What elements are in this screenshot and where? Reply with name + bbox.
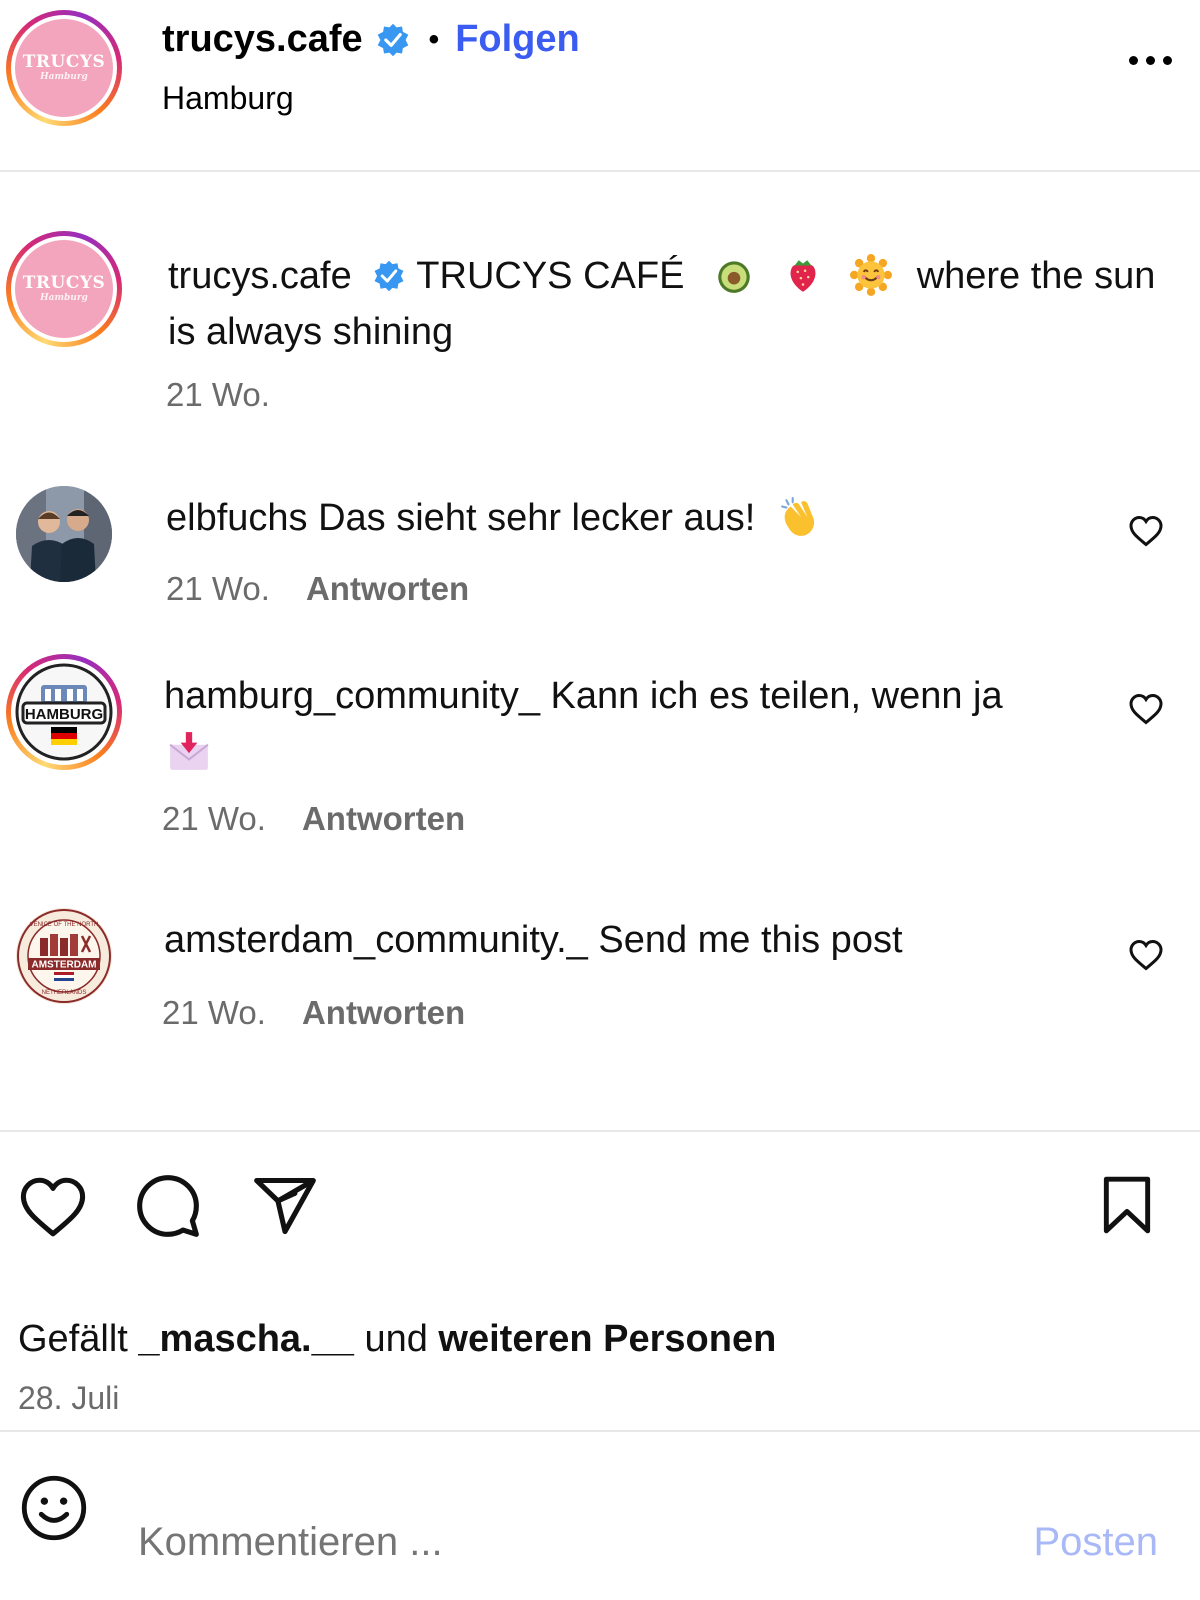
avocado-emoji-icon: [718, 261, 750, 293]
header-divider: [0, 170, 1200, 172]
likes-middle: und: [364, 1318, 428, 1360]
comment-1-text: elbfuchs Das sieht sehr lecker aus!: [166, 490, 828, 546]
bookmark-icon[interactable]: [1096, 1172, 1158, 1238]
smiley-icon[interactable]: [20, 1474, 88, 1542]
commenter-avatar-amsterdam[interactable]: VENICE OF THE NORTH AMSTERDAM NETHERLAND…: [16, 908, 112, 1004]
post-button[interactable]: Posten: [1033, 1520, 1158, 1565]
comment-like-heart-icon[interactable]: [1128, 938, 1164, 972]
comment-time: 21 Wo.: [166, 570, 270, 607]
comment-box-divider: [0, 1430, 1200, 1432]
commenter-avatar-hamburg[interactable]: HAMBURG: [6, 654, 122, 770]
comment-1-meta: 21 Wo. Antworten: [166, 570, 469, 608]
amsterdam-ring-top: VENICE OF THE NORTH: [30, 922, 99, 928]
clapping-hands-emoji-icon: [781, 497, 814, 536]
header-avatar[interactable]: TRUCYS Hamburg: [6, 10, 122, 126]
reply-button[interactable]: Antworten: [306, 570, 469, 607]
likes-prefix: Gefällt: [18, 1318, 128, 1360]
caption-time: 21 Wo.: [166, 376, 270, 413]
comment-time: 21 Wo.: [162, 800, 266, 837]
amsterdam-badge-icon: VENICE OF THE NORTH AMSTERDAM NETHERLAND…: [17, 909, 111, 1003]
paper-plane-icon[interactable]: [250, 1172, 320, 1240]
hamburg-badge-icon: HAMBURG: [15, 663, 113, 761]
envelope-with-arrow-emoji-icon: [169, 732, 209, 770]
hamburg-badge-text: HAMBURG: [25, 706, 103, 723]
people-photo-icon: [16, 486, 112, 582]
caption-text-part1: TRUCYS CAFÉ: [416, 255, 685, 297]
comment-bubble-icon[interactable]: [134, 1172, 202, 1240]
follow-button[interactable]: Folgen: [455, 18, 580, 61]
comment-like-heart-icon[interactable]: [1128, 514, 1164, 548]
caption-avatar[interactable]: TRUCYS Hamburg: [6, 231, 122, 347]
verified-badge-icon: [374, 260, 404, 292]
heart-icon[interactable]: [18, 1176, 88, 1238]
comment-3-text: amsterdam_community._ Send me this post: [164, 912, 903, 968]
comment-username[interactable]: hamburg_community_: [164, 675, 540, 717]
avatar-logo-text: TRUCYS: [22, 52, 106, 72]
strawberry-emoji-icon: [790, 260, 816, 292]
comment-3-meta: 21 Wo. Antworten: [162, 994, 465, 1032]
commenter-avatar-elbfuchs[interactable]: [16, 486, 112, 582]
post-date: 28. Juli: [18, 1380, 120, 1416]
comment-body: Kann ich es teilen, wenn ja: [550, 675, 1003, 717]
comment-like-heart-icon[interactable]: [1128, 692, 1164, 726]
amsterdam-badge-text: AMSTERDAM: [32, 960, 97, 971]
comment-username[interactable]: elbfuchs: [166, 497, 308, 539]
comment-body: Das sieht sehr lecker aus!: [318, 497, 756, 539]
more-options-icon[interactable]: [1129, 56, 1172, 65]
header-username[interactable]: trucys.cafe: [162, 18, 363, 61]
caption-text: trucys.cafe TRUCYS CAFÉ where the sun is…: [168, 248, 1178, 360]
comment-input[interactable]: [138, 1520, 918, 1565]
avatar-logo-sub: Hamburg: [40, 293, 88, 303]
comment-body: Send me this post: [598, 919, 903, 961]
reply-button[interactable]: Antworten: [302, 994, 465, 1031]
reply-button[interactable]: Antworten: [302, 800, 465, 837]
comment-username[interactable]: amsterdam_community._: [164, 919, 588, 961]
comment-2-meta: 21 Wo. Antworten: [162, 800, 465, 838]
verified-badge-icon: [377, 23, 408, 56]
comment-2-text: hamburg_community_ Kann ich es teilen, w…: [164, 668, 1084, 780]
smiling-sun-emoji-icon: [850, 254, 893, 296]
likes-suffix[interactable]: weiteren Personen: [438, 1318, 776, 1360]
amsterdam-ring-bottom: NETHERLANDS: [42, 990, 87, 996]
likes-summary[interactable]: Gefällt _mascha.__ und weiteren Personen: [18, 1318, 776, 1361]
caption-username[interactable]: trucys.cafe: [168, 255, 352, 297]
separator-dot: •: [428, 22, 440, 56]
avatar-logo-sub: Hamburg: [40, 72, 88, 82]
header-location[interactable]: Hamburg: [162, 80, 294, 117]
avatar-logo-text: TRUCYS: [22, 273, 106, 293]
actions-divider: [0, 1130, 1200, 1132]
header-user-row: trucys.cafe • Folgen: [162, 18, 580, 61]
comment-time: 21 Wo.: [162, 994, 266, 1031]
likes-user[interactable]: _mascha.__: [138, 1318, 354, 1360]
